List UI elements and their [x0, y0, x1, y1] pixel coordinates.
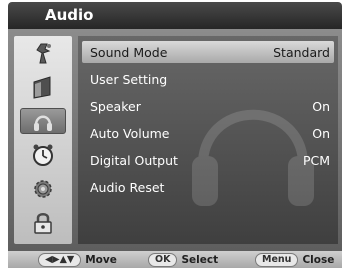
- menu-panel: Sound Mode Standard User Setting Speaker…: [8, 29, 342, 251]
- menu-item-digital-output[interactable]: Digital Output PCM: [82, 149, 334, 171]
- ok-key-icon: OK: [148, 253, 178, 267]
- tab-picture[interactable]: [20, 74, 66, 100]
- menu-item-value: Standard: [273, 44, 330, 60]
- menu-content: Sound Mode Standard User Setting Speaker…: [78, 36, 338, 244]
- hint-select-label: Select: [181, 254, 219, 266]
- tab-lock[interactable]: [20, 210, 66, 236]
- menu-item-user-setting[interactable]: User Setting: [82, 68, 334, 90]
- menu-item-speaker[interactable]: Speaker On: [82, 95, 334, 117]
- menu-item-audio-reset[interactable]: Audio Reset: [82, 176, 334, 198]
- menu-item-auto-volume[interactable]: Auto Volume On: [82, 122, 334, 144]
- tab-audio[interactable]: [20, 108, 66, 134]
- key-hint-bar: ◀▶▲▼ Move OK Select Menu Close: [8, 251, 342, 268]
- picture-icon: [33, 76, 51, 99]
- antenna-icon: [36, 43, 51, 64]
- menu-item-label: Digital Output: [90, 152, 178, 168]
- arrow-keys-icon: ◀▶▲▼: [38, 253, 82, 267]
- tab-time[interactable]: [20, 142, 66, 168]
- menu-item-label: Sound Mode: [90, 44, 168, 60]
- tab-antenna[interactable]: [20, 40, 66, 66]
- menu-item-label: Auto Volume: [90, 125, 170, 141]
- menu-key-icon: Menu: [255, 253, 299, 267]
- tab-setup[interactable]: [20, 176, 66, 202]
- lock-icon: [34, 213, 52, 234]
- menu-item-label: User Setting: [90, 71, 168, 87]
- gear-icon: [34, 180, 52, 198]
- category-tab-bar: [14, 36, 72, 244]
- hint-select: OK Select: [148, 253, 218, 267]
- menu-header: Audio: [8, 2, 342, 29]
- audio-menu-screen: Audio Sound Mode Standard User Setting S…: [0, 0, 350, 268]
- menu-item-label: Audio Reset: [90, 179, 165, 195]
- menu-item-label: Speaker: [90, 98, 141, 114]
- menu-item-sound-mode[interactable]: Sound Mode Standard: [82, 41, 334, 63]
- hint-close-label: Close: [302, 254, 335, 266]
- menu-item-value: PCM: [302, 152, 330, 168]
- menu-item-value: On: [312, 98, 330, 114]
- hint-move: ◀▶▲▼ Move: [38, 253, 117, 267]
- hint-move-label: Move: [85, 254, 117, 266]
- headphones-icon: [34, 115, 52, 131]
- hint-close: Menu Close: [255, 253, 334, 267]
- clock-icon: [33, 144, 53, 166]
- menu-item-value: On: [312, 125, 330, 141]
- page-title: Audio: [45, 6, 94, 24]
